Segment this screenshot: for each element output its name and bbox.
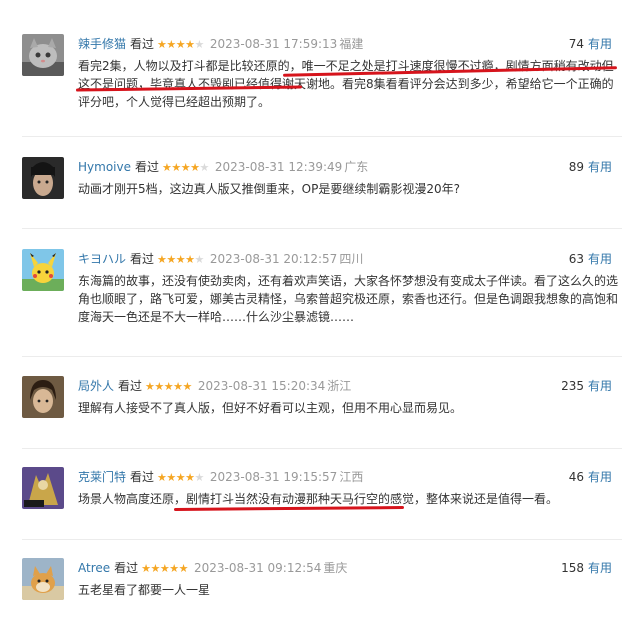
review-time: 2023-08-31 12:39:49 [214, 160, 343, 174]
star-rating: ★★★★★ [157, 38, 204, 51]
divider [22, 228, 622, 229]
divider [22, 448, 622, 449]
useful-button[interactable]: 有用 [588, 252, 612, 266]
watched-label: 看过 [114, 561, 139, 575]
star-rating: ★★★★★ [145, 380, 192, 393]
review-content: 动画才刚开5档，这边真人版又推倒重来，OP是要继续制霸影视漫20年? [78, 182, 460, 196]
useful-button[interactable]: 有用 [588, 379, 612, 393]
review-meta: キヨハル 看过 ★★★★★ 2023-08-31 20:12:57 四川 [78, 251, 363, 267]
avatar[interactable] [22, 558, 64, 600]
avatar[interactable] [22, 157, 64, 199]
review-location: 福建 [339, 37, 364, 51]
vote-count: 89 [568, 160, 584, 174]
avatar[interactable] [22, 376, 64, 418]
watched-label: 看过 [118, 379, 143, 393]
username-link[interactable]: Atree [78, 561, 110, 575]
review-time: 2023-08-31 15:20:34 [197, 379, 326, 393]
star-rating: ★★★★★ [157, 471, 204, 484]
vote-block: 235 有用 [561, 378, 612, 394]
highlight-underline [173, 505, 405, 512]
review-location: 浙江 [327, 379, 352, 393]
review-content: 理解有人接受不了真人版，但好不好看可以主观，但用不用心显而易见。 [78, 401, 463, 415]
review-meta: 局外人 看过 ★★★★★ 2023-08-31 15:20:34 浙江 [78, 378, 351, 394]
username-link[interactable]: Hymoive [78, 160, 131, 174]
vote-count: 46 [568, 470, 584, 484]
vote-block: 46 有用 [569, 469, 612, 485]
vote-block: 158 有用 [561, 560, 612, 576]
avatar[interactable] [22, 249, 64, 291]
review-content: 场景人物高度还原，剧情打斗当然没有动漫那种天马行空的感觉，整体来说还是值得一看。 [78, 492, 559, 506]
star-rating: ★★★★★ [141, 562, 188, 575]
useful-button[interactable]: 有用 [588, 160, 612, 174]
vote-block: 74 有用 [569, 36, 612, 52]
review-content: 看完2集，人物以及打斗都是比较还原的，唯一不足之处是打斗速度很慢不过瘾，剧情方面… [78, 59, 614, 109]
review-content: 五老星看了都要一人一星 [78, 583, 211, 597]
vote-count: 74 [568, 37, 584, 51]
vote-count: 158 [561, 561, 584, 575]
divider [22, 136, 622, 137]
username-link[interactable]: 克莱门特 [78, 470, 126, 484]
review-location: 广东 [344, 160, 369, 174]
review-time: 2023-08-31 19:15:57 [209, 470, 338, 484]
watched-label: 看过 [134, 160, 159, 174]
review-time: 2023-08-31 17:59:13 [209, 37, 338, 51]
review-meta: 克莱门特 看过 ★★★★★ 2023-08-31 19:15:57 江西 [78, 469, 363, 485]
vote-block: 63 有用 [569, 251, 612, 267]
watched-label: 看过 [130, 252, 155, 266]
username-link[interactable]: 局外人 [78, 379, 114, 393]
star-rating: ★★★★★ [157, 253, 204, 266]
divider [22, 539, 622, 540]
vote-count: 235 [561, 379, 584, 393]
review-content: 东海篇的故事，还没有使劲卖肉，还有着欢声笑语，大家各怀梦想没有变成太子伴读。看了… [78, 274, 619, 324]
useful-button[interactable]: 有用 [588, 37, 612, 51]
star-rating: ★★★★★ [162, 161, 209, 174]
watched-label: 看过 [130, 470, 155, 484]
vote-count: 63 [568, 252, 584, 266]
username-link[interactable]: キヨハル [78, 252, 126, 266]
vote-block: 89 有用 [569, 159, 612, 175]
useful-button[interactable]: 有用 [588, 470, 612, 484]
watched-label: 看过 [130, 37, 155, 51]
review-time: 2023-08-31 09:12:54 [193, 561, 322, 575]
username-link[interactable]: 辣手修猫 [78, 37, 126, 51]
review-meta: Atree 看过 ★★★★★ 2023-08-31 09:12:54 重庆 [78, 560, 347, 576]
review-time: 2023-08-31 20:12:57 [209, 252, 338, 266]
review-location: 四川 [339, 252, 364, 266]
avatar[interactable] [22, 467, 64, 509]
avatar[interactable] [22, 34, 64, 76]
review-location: 重庆 [323, 561, 348, 575]
review-location: 江西 [339, 470, 364, 484]
divider [22, 356, 622, 357]
useful-button[interactable]: 有用 [588, 561, 612, 575]
review-meta: 辣手修猫 看过 ★★★★★ 2023-08-31 17:59:13 福建 [78, 36, 363, 52]
review-meta: Hymoive 看过 ★★★★★ 2023-08-31 12:39:49 广东 [78, 159, 368, 175]
